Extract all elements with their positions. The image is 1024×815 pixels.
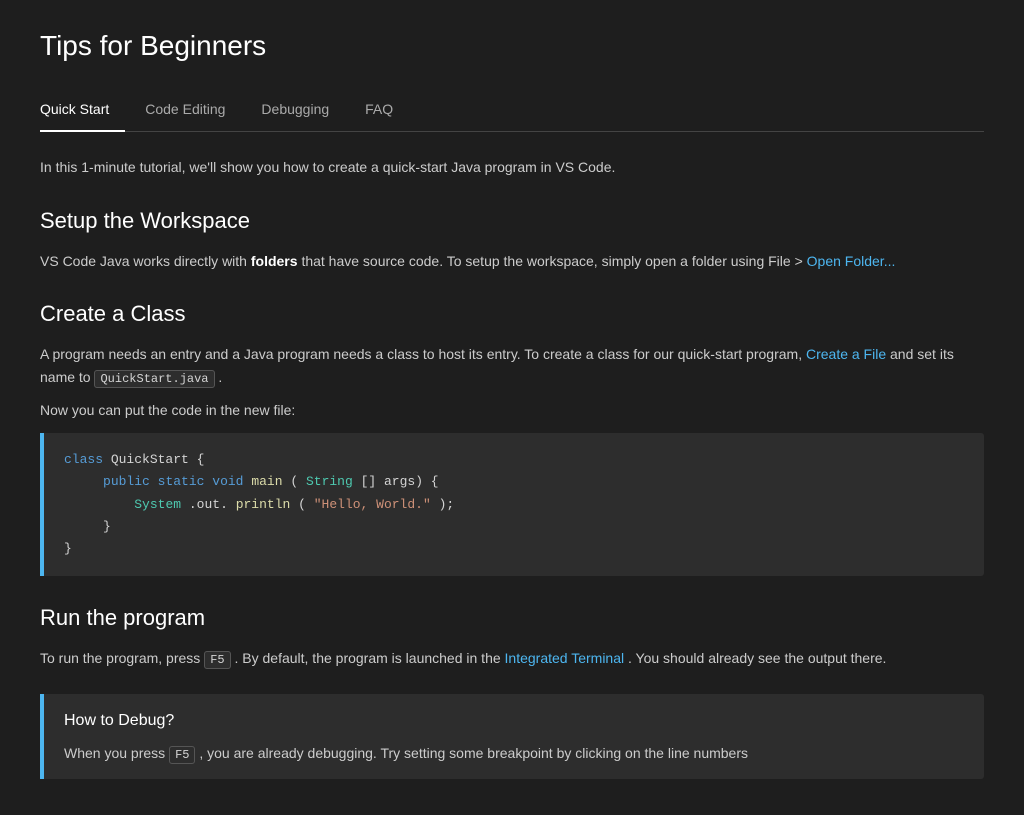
keyword-class: class: [64, 452, 103, 467]
class-system: System: [134, 497, 181, 512]
setup-text-prefix: VS Code Java works directly with: [40, 253, 251, 269]
quickstart-filename-code: QuickStart.java: [94, 370, 214, 388]
code-block-quickstart: class QuickStart { public static void ma…: [40, 433, 984, 575]
close-brace-1: }: [103, 519, 111, 534]
create-file-link[interactable]: Create a File: [806, 346, 886, 362]
method-println: println: [236, 497, 291, 512]
setup-text-suffix: that have source code. To setup the work…: [301, 253, 806, 269]
indent-1: [64, 474, 95, 489]
callout-heading: How to Debug?: [64, 708, 964, 734]
string-hello-world: "Hello, World.": [314, 497, 431, 512]
tab-code-editing[interactable]: Code Editing: [145, 90, 241, 132]
method-name-main: main: [251, 474, 282, 489]
f5-key-run: F5: [204, 651, 230, 669]
tab-debugging[interactable]: Debugging: [261, 90, 345, 132]
open-folder-link[interactable]: Open Folder...: [807, 253, 896, 269]
class-name: QuickStart {: [111, 452, 205, 467]
section-create-class: Create a Class A program needs an entry …: [40, 296, 984, 576]
intro-text: In this 1-minute tutorial, we'll show yo…: [40, 156, 984, 178]
callout-text-prefix: When you press: [64, 745, 169, 761]
section-setup-workspace: Setup the Workspace VS Code Java works d…: [40, 203, 984, 273]
create-class-period: .: [218, 369, 222, 385]
keyword-static: static: [158, 474, 205, 489]
keyword-public: public: [103, 474, 150, 489]
integrated-terminal-link[interactable]: Integrated Terminal: [505, 650, 625, 666]
callout-text-suffix: , you are already debugging. Try setting…: [199, 745, 748, 761]
print-close: );: [439, 497, 455, 512]
callout-debug: How to Debug? When you press F5 , you ar…: [40, 694, 984, 779]
print-paren: (: [298, 497, 306, 512]
section-run-program: Run the program To run the program, pres…: [40, 600, 984, 670]
create-class-text: A program needs an entry and a Java prog…: [40, 346, 806, 362]
keyword-void: void: [212, 474, 243, 489]
tab-faq[interactable]: FAQ: [365, 90, 409, 132]
run-text-middle: . By default, the program is launched in…: [234, 650, 504, 666]
callout-body: When you press F5 , you are already debu…: [64, 742, 964, 765]
section-heading-run: Run the program: [40, 600, 984, 635]
run-body: To run the program, press F5 . By defaul…: [40, 647, 984, 670]
setup-body: VS Code Java works directly with folders…: [40, 250, 984, 272]
tab-quick-start[interactable]: Quick Start: [40, 90, 125, 132]
run-text-suffix: . You should already see the output ther…: [628, 650, 886, 666]
create-class-body: A program needs an entry and a Java prog…: [40, 343, 984, 389]
dot-out: .out.: [189, 497, 228, 512]
code-line-1: class QuickStart {: [64, 449, 964, 471]
create-class-prompt: Now you can put the code in the new file…: [40, 399, 984, 421]
type-string: String: [306, 474, 353, 489]
section-heading-setup: Setup the Workspace: [40, 203, 984, 238]
code-line-3: System .out. println ( "Hello, World." )…: [64, 494, 964, 516]
indent-3: [64, 519, 95, 534]
tabs-nav: Quick Start Code Editing Debugging FAQ: [40, 89, 984, 132]
f5-key-debug: F5: [169, 746, 195, 764]
page-title: Tips for Beginners: [40, 24, 984, 69]
section-heading-create-class: Create a Class: [40, 296, 984, 331]
array-bracket: [] args) {: [361, 474, 439, 489]
close-brace-2: }: [64, 541, 72, 556]
run-text-prefix: To run the program, press: [40, 650, 204, 666]
code-line-5: }: [64, 538, 964, 560]
main-params: (: [290, 474, 298, 489]
setup-bold-folders: folders: [251, 253, 298, 269]
code-line-2: public static void main ( String [] args…: [64, 471, 964, 493]
indent-2: [64, 497, 126, 512]
code-line-4: }: [64, 516, 964, 538]
